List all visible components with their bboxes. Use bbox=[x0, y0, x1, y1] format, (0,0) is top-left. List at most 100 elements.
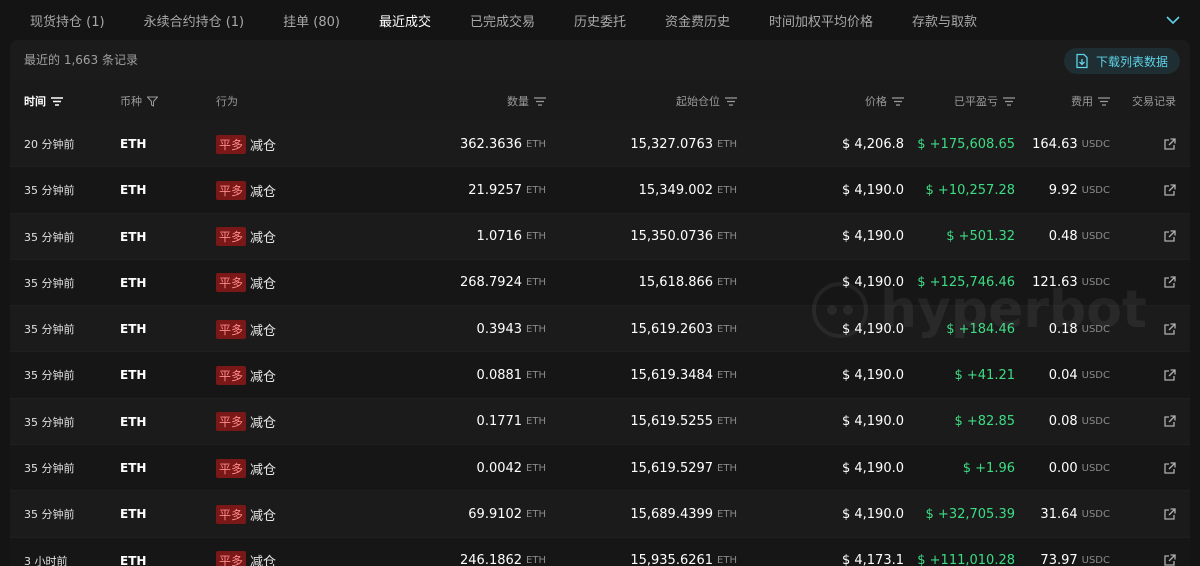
external-link-icon[interactable] bbox=[1163, 554, 1176, 566]
tab-order-history[interactable]: 历史委托 bbox=[574, 0, 626, 40]
external-link-icon[interactable] bbox=[1163, 230, 1176, 243]
tab-perp-positions[interactable]: 永续合约持仓 (1) bbox=[144, 0, 245, 40]
table-row[interactable]: 3 小时前 ETH 平多 减仓 246.1862 ETH 15,935.6261 E… bbox=[10, 537, 1190, 566]
cell-start-position: 15,619.5297 bbox=[630, 460, 714, 476]
trade-coin[interactable]: ETH bbox=[120, 306, 146, 352]
trade-price: $ 4,190.0 bbox=[790, 352, 904, 398]
trade-coin[interactable]: ETH bbox=[120, 167, 146, 213]
cell-start-unit: ETH bbox=[717, 508, 737, 520]
close-long-badge: 平多 bbox=[216, 180, 247, 200]
trade-time: 20 分钟前 bbox=[24, 121, 75, 167]
column-price[interactable]: 价格 bbox=[790, 81, 904, 121]
external-link-icon[interactable] bbox=[1163, 415, 1176, 428]
cell-fee: 0.08 bbox=[1048, 414, 1078, 430]
trade-record-link[interactable] bbox=[1120, 167, 1176, 213]
chevron-down-icon[interactable] bbox=[1164, 11, 1182, 29]
download-list-label: 下载列表数据 bbox=[1095, 54, 1168, 69]
external-link-icon[interactable] bbox=[1163, 137, 1176, 151]
trade-coin[interactable]: ETH bbox=[120, 121, 146, 167]
table-row[interactable]: 20 分钟前 ETH 平多 减仓 362.3636 ETH 15,327.0763… bbox=[10, 121, 1190, 168]
sort-icon bbox=[725, 96, 737, 106]
trade-start-position: 15,935.6261 ETH bbox=[570, 538, 737, 566]
cell-coin: ETH bbox=[120, 507, 147, 522]
trade-record-link[interactable] bbox=[1120, 260, 1176, 306]
cell-size: 268.7924 bbox=[460, 275, 523, 291]
cell-coin: ETH bbox=[120, 461, 147, 476]
trade-fee: 73.97 USDC bbox=[1030, 538, 1110, 566]
trade-fee: 0.08 USDC bbox=[1030, 399, 1110, 445]
external-link-icon[interactable] bbox=[1163, 184, 1176, 197]
tab-twap[interactable]: 时间加权平均价格 bbox=[769, 0, 873, 40]
close-long-badge: 平多 bbox=[216, 412, 247, 432]
trade-start-position: 15,619.2603 ETH bbox=[570, 306, 737, 352]
trade-coin[interactable]: ETH bbox=[120, 538, 146, 566]
cell-size-unit: ETH bbox=[526, 462, 546, 474]
trade-time: 3 小时前 bbox=[24, 538, 68, 566]
trade-closed-pnl: $ +184.46 bbox=[910, 306, 1015, 352]
close-long-badge: 平多 bbox=[216, 134, 247, 154]
external-link-icon[interactable] bbox=[1163, 461, 1176, 475]
cell-fee: 9.92 bbox=[1048, 182, 1078, 198]
external-link-icon[interactable] bbox=[1163, 323, 1176, 336]
external-link-icon[interactable] bbox=[1163, 369, 1176, 382]
column-closed-pnl[interactable]: 已平盈亏 bbox=[910, 81, 1015, 121]
trade-record-link[interactable] bbox=[1120, 399, 1176, 445]
column-fee[interactable]: 费用 bbox=[1030, 81, 1110, 121]
trade-record-link[interactable] bbox=[1120, 538, 1176, 566]
trade-coin[interactable]: ETH bbox=[120, 491, 146, 537]
tab-recent-trades[interactable]: 最近成交 bbox=[379, 0, 431, 40]
sort-icon bbox=[51, 96, 63, 106]
close-long-badge: 平多 bbox=[216, 273, 247, 293]
tab-spot-positions[interactable]: 现货持仓 (1) bbox=[30, 0, 105, 40]
column-time[interactable]: 时间 bbox=[24, 81, 63, 121]
trade-time: 35 分钟前 bbox=[24, 260, 75, 306]
close-long-badge: 平多 bbox=[216, 365, 247, 385]
trade-coin[interactable]: ETH bbox=[120, 260, 146, 306]
trade-record-link[interactable] bbox=[1120, 306, 1176, 352]
table-row[interactable]: 35 分钟前 ETH 平多 减仓 0.1771 ETH 15,619.5255 ET… bbox=[10, 399, 1190, 446]
external-link-icon[interactable] bbox=[1163, 508, 1176, 521]
external-link-icon[interactable] bbox=[1163, 276, 1176, 289]
tab-funding-history[interactable]: 资金费历史 bbox=[665, 0, 730, 40]
trade-record-link[interactable] bbox=[1120, 352, 1176, 398]
trade-coin[interactable]: ETH bbox=[120, 352, 146, 398]
trade-coin[interactable]: ETH bbox=[120, 445, 146, 491]
close-long-badge: 平多 bbox=[216, 458, 247, 478]
tab-deposits-withdrawals[interactable]: 存款与取款 bbox=[912, 0, 977, 40]
trade-record-link[interactable] bbox=[1120, 491, 1176, 537]
close-long-badge: 平多 bbox=[216, 551, 247, 566]
trade-record-link[interactable] bbox=[1120, 121, 1176, 167]
table-row[interactable]: 35 分钟前 ETH 平多 减仓 0.0042 ETH 15,619.5297 ET… bbox=[10, 445, 1190, 492]
cell-pnl: $ +125,746.46 bbox=[917, 275, 1015, 291]
cell-start-position: 15,619.2603 bbox=[630, 321, 714, 337]
cell-coin: ETH bbox=[120, 368, 147, 383]
column-coin[interactable]: 币种 bbox=[120, 81, 158, 121]
trade-price: $ 4,206.8 bbox=[790, 121, 904, 167]
cell-pnl: $ +501.32 bbox=[946, 229, 1015, 245]
table-row[interactable]: 35 分钟前 ETH 平多 减仓 69.9102 ETH 15,689.4399 E… bbox=[10, 491, 1190, 538]
trade-record-link[interactable] bbox=[1120, 214, 1176, 260]
cell-pnl: $ +111,010.28 bbox=[917, 553, 1015, 566]
cell-action: 减仓 bbox=[250, 184, 277, 200]
tab-completed-trades[interactable]: 已完成交易 bbox=[470, 0, 535, 40]
table-row[interactable]: 35 分钟前 ETH 平多 减仓 0.3943 ETH 15,619.2603 ET… bbox=[10, 306, 1190, 353]
cell-time: 35 分钟前 bbox=[24, 323, 75, 337]
cell-pnl: $ +82.85 bbox=[954, 414, 1015, 430]
tab-bar: 现货持仓 (1) 永续合约持仓 (1) 挂单 (80) 最近成交 已完成交易 历… bbox=[0, 0, 1200, 40]
cell-coin: ETH bbox=[120, 183, 147, 198]
trade-coin[interactable]: ETH bbox=[120, 399, 146, 445]
cell-price: $ 4,206.8 bbox=[841, 136, 904, 152]
trade-coin[interactable]: ETH bbox=[120, 214, 146, 260]
column-start-position[interactable]: 起始仓位 bbox=[570, 81, 737, 121]
download-list-button[interactable]: 下载列表数据 bbox=[1063, 48, 1180, 74]
trade-size: 362.3636 ETH bbox=[390, 121, 546, 167]
table-row[interactable]: 35 分钟前 ETH 平多 减仓 0.0881 ETH 15,619.3484 ET… bbox=[10, 352, 1190, 399]
table-row[interactable]: 35 分钟前 ETH 平多 减仓 1.0716 ETH 15,350.0736 ET… bbox=[10, 214, 1190, 260]
cell-size: 0.3943 bbox=[476, 321, 523, 337]
trade-record-link[interactable] bbox=[1120, 445, 1176, 491]
column-size[interactable]: 数量 bbox=[390, 81, 546, 121]
tab-open-orders[interactable]: 挂单 (80) bbox=[283, 0, 340, 40]
cell-coin: ETH bbox=[120, 414, 147, 429]
table-row[interactable]: 35 分钟前 ETH 平多 减仓 21.9257 ETH 15,349.002 ET… bbox=[10, 167, 1190, 214]
table-row[interactable]: 35 分钟前 ETH 平多 减仓 268.7924 ETH 15,618.866 E… bbox=[10, 259, 1190, 307]
